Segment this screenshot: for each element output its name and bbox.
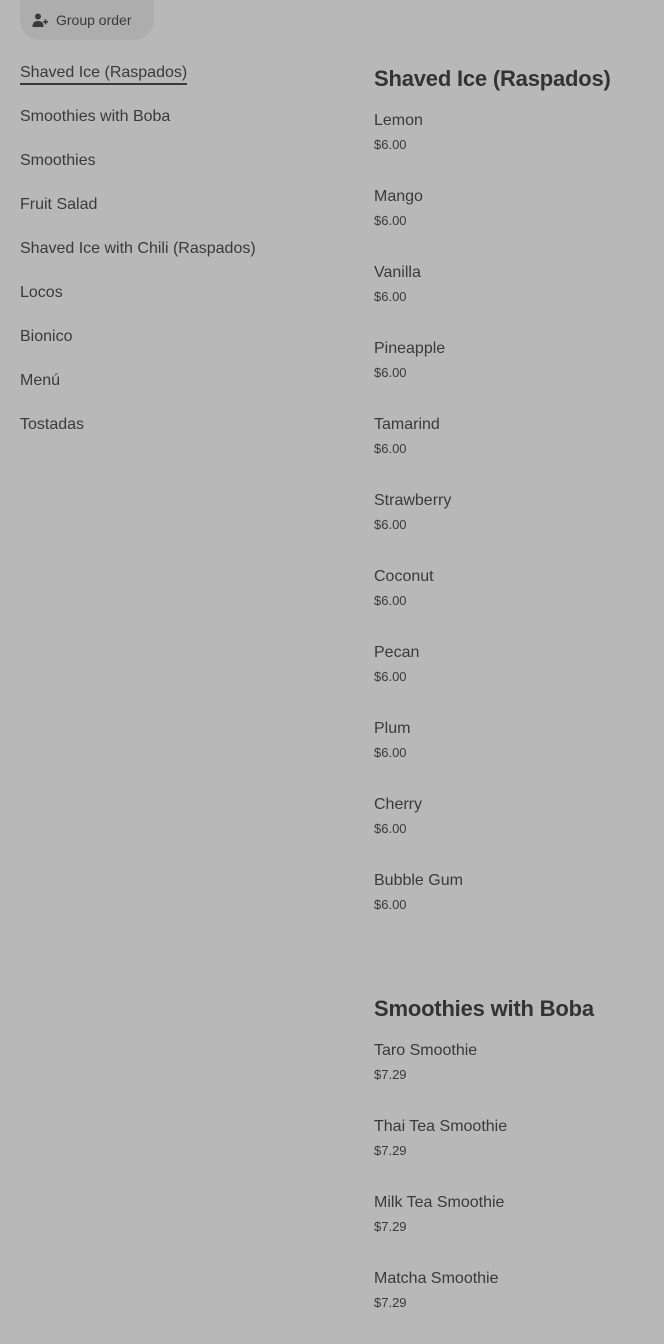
item-price: $6.00 xyxy=(374,821,407,836)
item-name: Pineapple xyxy=(374,340,446,357)
item-price: $6.00 xyxy=(374,897,407,912)
section-title: Smoothies with Boba xyxy=(374,996,594,1021)
sidebar-item-smoothies-with-boba[interactable]: Smoothies with Boba xyxy=(20,106,340,150)
item-price: $7.29 xyxy=(374,1295,407,1310)
item-name: Taro Smoothie xyxy=(374,1042,478,1059)
item-price: $6.00 xyxy=(374,441,407,456)
section-title: Shaved Ice (Raspados) xyxy=(374,66,611,91)
category-sidebar: Shaved Ice (Raspados) Smoothies with Bob… xyxy=(20,62,340,458)
sidebar-item-smoothies[interactable]: Smoothies xyxy=(20,150,340,194)
item-name: Pecan xyxy=(374,644,420,661)
item-name: Vanilla xyxy=(374,264,421,281)
item-name: Matcha Smoothie xyxy=(374,1270,499,1287)
menu-item[interactable]: Plum $6.00 xyxy=(374,718,654,794)
item-price: $6.00 xyxy=(374,289,407,304)
item-name: Bubble Gum xyxy=(374,872,463,889)
sidebar-item-tostadas[interactable]: Tostadas xyxy=(20,414,340,458)
menu-item[interactable]: Mango $6.00 xyxy=(374,186,654,262)
menu-item[interactable]: Thai Tea Smoothie $7.29 xyxy=(374,1116,654,1192)
sidebar-item-shaved-ice-chili[interactable]: Shaved Ice with Chili (Raspados) xyxy=(20,238,340,282)
menu-item[interactable]: Strawberry $6.00 xyxy=(374,490,654,566)
group-order-button[interactable]: Group order xyxy=(20,0,154,40)
menu-item[interactable]: Milk Tea Smoothie $7.29 xyxy=(374,1192,654,1268)
add-person-icon xyxy=(32,12,48,28)
sidebar-item-shaved-ice[interactable]: Shaved Ice (Raspados) xyxy=(20,62,340,106)
sidebar-item-menu[interactable]: Menú xyxy=(20,370,340,414)
item-price: $6.00 xyxy=(374,517,407,532)
menu-item[interactable]: Pecan $6.00 xyxy=(374,642,654,718)
sidebar-item-locos[interactable]: Locos xyxy=(20,282,340,326)
item-name: Thai Tea Smoothie xyxy=(374,1118,508,1135)
menu-section-smoothies-with-boba: Smoothies with Boba Taro Smoothie $7.29 T… xyxy=(374,992,654,1344)
item-name: Cherry xyxy=(374,796,423,813)
group-order-label: Group order xyxy=(56,12,132,28)
menu-item[interactable]: Bubble Gum $6.00 xyxy=(374,870,654,946)
item-price: $6.00 xyxy=(374,137,407,152)
item-name: Lemon xyxy=(374,112,423,129)
item-price: $6.00 xyxy=(374,669,407,684)
item-name: Mango xyxy=(374,188,423,205)
menu-item[interactable]: Taro Smoothie $7.29 xyxy=(374,1040,654,1116)
menu-list: Shaved Ice (Raspados) Lemon $6.00 Mango $6… xyxy=(374,62,654,1344)
menu-item[interactable]: Lemon $6.00 xyxy=(374,110,654,186)
item-name: Strawberry xyxy=(374,492,452,509)
menu-item[interactable]: Pineapple $6.00 xyxy=(374,338,654,414)
menu-item[interactable]: Vanilla $6.00 xyxy=(374,262,654,338)
sidebar-item-bionico[interactable]: Bionico xyxy=(20,326,340,370)
menu-item[interactable]: Coconut $6.00 xyxy=(374,566,654,642)
item-name: Coconut xyxy=(374,568,434,585)
item-name: Tamarind xyxy=(374,416,440,433)
menu-item[interactable]: Cherry $6.00 xyxy=(374,794,654,870)
menu-item[interactable]: Matcha Smoothie $7.29 xyxy=(374,1268,654,1344)
menu-item[interactable]: Tamarind $6.00 xyxy=(374,414,654,490)
item-name: Milk Tea Smoothie xyxy=(374,1194,505,1211)
sidebar-item-fruit-salad[interactable]: Fruit Salad xyxy=(20,194,340,238)
item-price: $6.00 xyxy=(374,213,407,228)
item-price: $6.00 xyxy=(374,365,407,380)
item-price: $7.29 xyxy=(374,1219,407,1234)
item-name: Plum xyxy=(374,720,411,737)
item-price: $7.29 xyxy=(374,1143,407,1158)
menu-section-shaved-ice: Shaved Ice (Raspados) Lemon $6.00 Mango $6… xyxy=(374,62,654,946)
item-price: $6.00 xyxy=(374,745,407,760)
item-price: $7.29 xyxy=(374,1067,407,1082)
item-price: $6.00 xyxy=(374,593,407,608)
